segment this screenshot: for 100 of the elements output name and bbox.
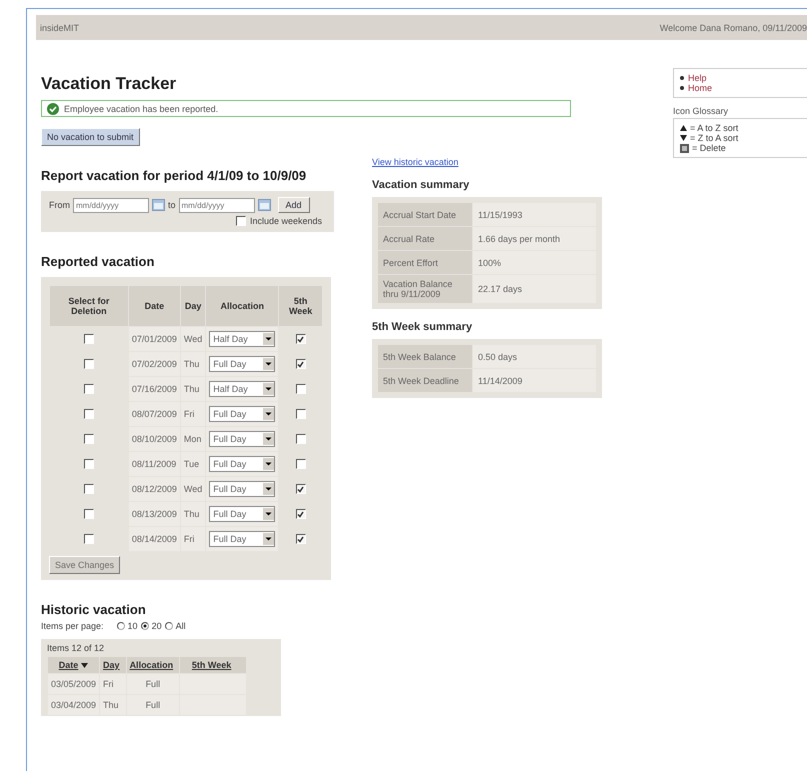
app-name: insideMIT — [40, 22, 80, 32]
table-cell: Thu — [100, 695, 126, 715]
radio-label: All — [176, 621, 186, 631]
checkbox[interactable] — [296, 484, 306, 494]
summary-label: 5th Week Balance — [378, 345, 472, 368]
calendar-icon — [152, 199, 165, 211]
table-cell: Wed — [180, 327, 206, 351]
checkbox[interactable] — [296, 384, 306, 394]
checkbox[interactable] — [84, 509, 94, 520]
table-cell: Thu — [180, 502, 206, 526]
table-cell: 08/14/2009 — [128, 527, 180, 551]
checkbox[interactable] — [84, 484, 94, 494]
allocation-select[interactable]: Full Day — [209, 356, 276, 372]
allocation-select[interactable]: Half Day — [209, 381, 276, 397]
checkbox[interactable] — [296, 359, 306, 370]
welcome-text: Welcome Dana Romano, 09/11/2009 — [660, 22, 807, 32]
checkbox[interactable] — [84, 334, 94, 344]
summary-value: 22.17 days — [473, 275, 596, 303]
table-cell: 08/11/2009 — [128, 452, 180, 476]
glossary-text: = A to Z sort — [690, 123, 738, 133]
checkbox[interactable] — [296, 409, 306, 420]
column-header: Allocation — [206, 286, 278, 326]
glossary-title: Icon Glossary — [673, 106, 730, 116]
checkbox[interactable] — [84, 384, 94, 394]
summary-value: 0.50 days — [473, 345, 596, 368]
allocation-select[interactable]: Full Day — [209, 481, 276, 497]
add-button[interactable]: Add — [278, 197, 310, 213]
column-sort-link[interactable]: Date — [58, 660, 78, 670]
checkbox[interactable] — [236, 216, 246, 226]
checkbox[interactable] — [296, 434, 306, 444]
column-header: 5th Week — [279, 286, 322, 326]
date-field[interactable]: mm/dd/yyyy — [73, 198, 149, 212]
table-cell: 08/10/2009 — [128, 427, 180, 451]
summary-label: Vacation Balance thru 9/11/2009 — [378, 275, 472, 303]
date-field[interactable]: mm/dd/yyyy — [178, 198, 255, 212]
radio-button[interactable] — [140, 622, 149, 630]
summary-label: 5th Week Deadline — [378, 369, 472, 392]
allocation-select[interactable]: Full Day — [209, 431, 276, 447]
summary-label: Accrual Rate — [378, 227, 472, 250]
table-cell: 08/07/2009 — [128, 402, 180, 426]
field-label: to — [168, 200, 176, 210]
allocation-select[interactable]: Full Day — [209, 456, 276, 472]
check-icon — [47, 102, 59, 114]
sidebar-link[interactable]: Home — [688, 83, 712, 93]
calendar-icon — [258, 199, 271, 211]
table-cell: Wed — [180, 477, 206, 501]
section-heading: 5th Week summary — [372, 321, 474, 333]
summary-value: 100% — [473, 251, 596, 274]
glossary-text: = Z to A sort — [690, 133, 738, 143]
summary-label: Accrual Start Date — [378, 203, 472, 226]
sort-up-icon — [680, 125, 687, 131]
section-heading: Reported vacation — [41, 254, 156, 269]
checkbox[interactable] — [84, 459, 94, 470]
allocation-select[interactable]: Full Day — [209, 506, 276, 522]
table-cell: 08/13/2009 — [128, 502, 180, 526]
glossary-text: = Delete — [692, 143, 726, 153]
checkbox[interactable] — [84, 409, 94, 420]
summary-value: 11/14/2009 — [473, 369, 596, 392]
table-cell: Full — [126, 674, 180, 694]
sort-down-icon — [680, 135, 687, 141]
table-cell: Thu — [180, 377, 206, 401]
checkbox[interactable] — [84, 359, 94, 370]
summary-value: 11/15/1993 — [473, 203, 596, 226]
checkbox[interactable] — [296, 534, 306, 544]
items-per-page-label: Items per page: — [41, 621, 104, 631]
sidebar-link[interactable]: Help — [688, 73, 707, 83]
table-cell: Fri — [100, 674, 126, 694]
section-heading: Historic vacation — [41, 602, 147, 617]
table-cell: 08/12/2009 — [128, 477, 180, 501]
field-label: From — [49, 200, 70, 210]
sort-down-icon — [81, 663, 88, 668]
summary-value: 1.66 days per month — [473, 227, 596, 250]
column-sort-link[interactable]: Allocation — [130, 660, 174, 670]
item-count: Items 12 of 12 — [47, 643, 106, 653]
table-cell: Full — [126, 695, 180, 715]
column-sort-link[interactable]: 5th Week — [192, 660, 232, 670]
table-cell: 07/01/2009 — [128, 327, 180, 351]
allocation-select[interactable]: Full Day — [209, 531, 276, 547]
allocation-select[interactable]: Full Day — [209, 406, 276, 422]
column-header: Select for Deletion — [50, 286, 128, 326]
checkbox[interactable] — [296, 509, 306, 520]
radio-button[interactable] — [116, 622, 125, 630]
radio-button[interactable] — [164, 622, 173, 630]
checkbox-label: Include weekends — [250, 216, 322, 226]
column-sort-link[interactable]: Day — [103, 660, 120, 670]
checkbox[interactable] — [296, 334, 306, 344]
radio-label: 10 — [128, 621, 138, 631]
submit-button[interactable]: No vacation to submit — [41, 128, 140, 146]
table-cell: Tue — [180, 452, 206, 476]
checkbox[interactable] — [296, 459, 306, 470]
checkbox[interactable] — [84, 434, 94, 444]
page-title: Vacation Tracker — [41, 74, 178, 94]
section-heading: Vacation summary — [372, 179, 470, 191]
allocation-select[interactable]: Half Day — [209, 331, 276, 347]
checkbox[interactable] — [84, 534, 94, 544]
table-cell: Fri — [180, 402, 206, 426]
table-cell: 03/04/2009 — [48, 695, 100, 715]
table-cell: 03/05/2009 — [48, 674, 100, 694]
bullet-icon — [680, 76, 684, 80]
historic-link[interactable]: View historic vacation — [372, 157, 458, 167]
